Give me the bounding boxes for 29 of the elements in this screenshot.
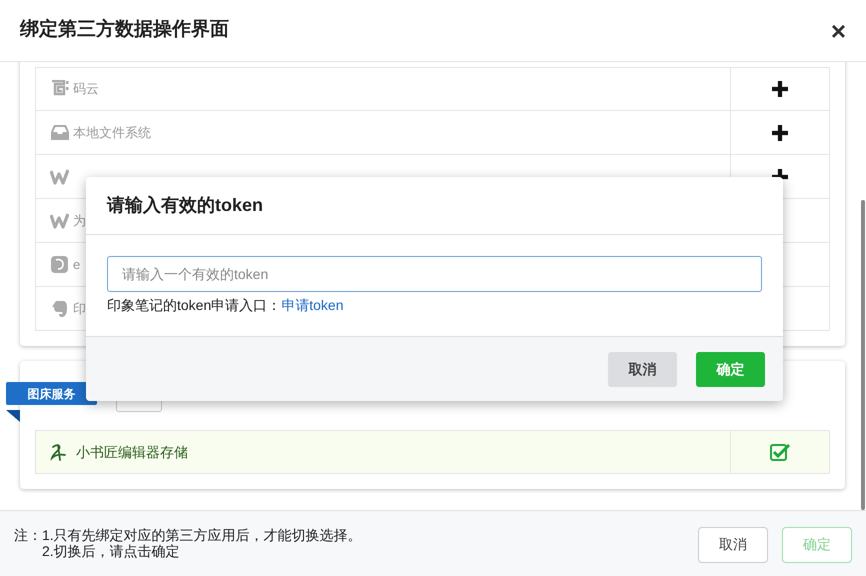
token-input-field[interactable]: 请输入一个有效的token (107, 256, 762, 292)
plus-icon[interactable] (771, 124, 789, 142)
source-name: 为 (73, 212, 86, 230)
note-text: 1.只有先绑定对应的第三方应用后，才能切换选择。 (42, 528, 362, 544)
window-title: 绑定第三方数据操作界面 (20, 18, 229, 42)
w-mark-icon (50, 212, 69, 228)
square-spiral-icon (50, 80, 69, 98)
w-mark-icon (50, 168, 69, 184)
note-text: 2.切换后，请点击确定 (42, 544, 181, 559)
cancel-button[interactable]: 取消 (698, 526, 768, 562)
tray-icon (50, 125, 69, 140)
cancel-button[interactable]: 取消 (608, 352, 677, 386)
modal-title: 请输入有效的token (107, 194, 264, 217)
source-name: 码云 (73, 80, 99, 98)
storage-name: 小书匠编辑器存储 (76, 442, 188, 462)
checkbox[interactable] (770, 443, 790, 461)
rounded-square-icon (50, 256, 69, 273)
plus-icon[interactable] (771, 80, 789, 98)
source-name: 本地文件系统 (73, 124, 151, 142)
help-text: 印象笔记的token申请入口： (107, 296, 282, 315)
source-name: e (73, 256, 80, 274)
elephant-icon (50, 300, 69, 318)
ribbon-label: 图床服务 (6, 382, 97, 405)
signature-icon (50, 442, 68, 462)
note-label: 注： (14, 528, 42, 546)
source-name: 印 (73, 300, 86, 318)
apply-token-link[interactable]: 申请token (281, 295, 344, 316)
scrollbar[interactable] (861, 200, 865, 510)
close-button[interactable]: × (830, 18, 846, 44)
